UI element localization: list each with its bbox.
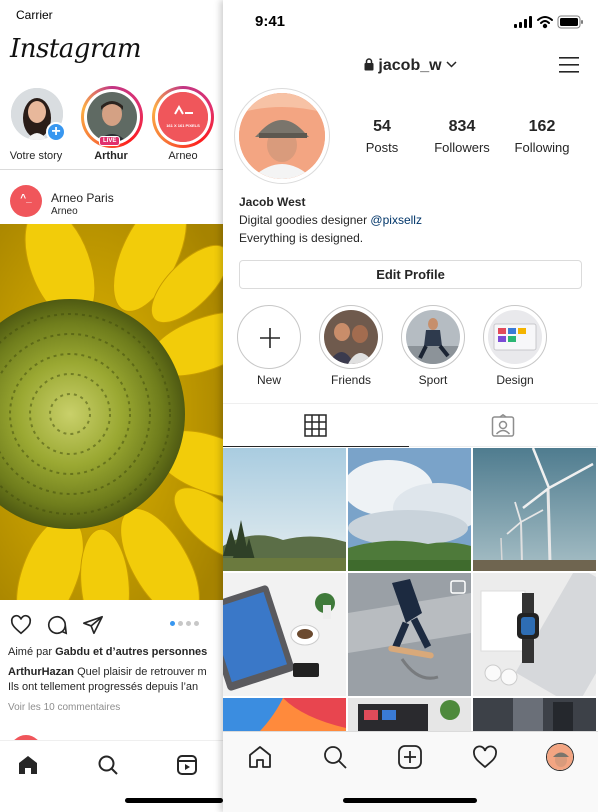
tab-tagged[interactable]: [409, 404, 598, 447]
tagged-person-icon: [491, 414, 515, 437]
carrier-label: Carrier: [16, 8, 53, 22]
friends-photo: [324, 310, 378, 364]
status-icons: [514, 15, 583, 29]
feed-screen: Carrier Instagram + Votre story LIVE Art…: [0, 0, 223, 812]
arneo-logo: 161 X 161 PIXELS: [158, 92, 208, 142]
grid-photo-forest-hills[interactable]: [223, 448, 346, 571]
profile-photo: [239, 93, 325, 179]
stat-followers[interactable]: 834 Followers: [422, 118, 502, 155]
view-comments-link[interactable]: Voir les 10 commentaires: [8, 702, 120, 713]
profile-username[interactable]: jacob_w: [223, 57, 598, 75]
bio-mention-link[interactable]: @pixsellz: [370, 213, 422, 227]
story-your-story[interactable]: +: [10, 86, 72, 148]
stat-following[interactable]: 162 Following: [502, 118, 582, 155]
sport-photo: [406, 310, 460, 364]
liked-by: Aimé par Gabdu et d’autres personnes: [8, 646, 208, 658]
grid-photo-smartwatch-laptop[interactable]: [473, 573, 596, 696]
profile-screen: 9:41 jacob_w 54 Posts 834 Followers 162 …: [223, 0, 598, 812]
home-indicator: [125, 798, 223, 803]
profile-bio: Digital goodies designer @pixsellz: [239, 213, 422, 227]
divider: [0, 169, 223, 170]
home-icon[interactable]: [247, 744, 273, 770]
search-icon[interactable]: [96, 753, 120, 777]
story-label: Arneo: [168, 150, 198, 162]
story-arneo[interactable]: 161 X 161 PIXELS: [152, 86, 214, 148]
wifi-icon: [537, 16, 553, 29]
add-icon[interactable]: [397, 744, 423, 770]
story-arthur[interactable]: LIVE: [81, 86, 143, 148]
post-avatar[interactable]: ^_: [10, 185, 42, 217]
reels-icon[interactable]: [175, 753, 199, 777]
grid-photo-skateboarder[interactable]: [348, 573, 471, 696]
profile-name: Jacob West: [239, 195, 306, 209]
signal-icon: [514, 16, 532, 28]
instagram-logo: Instagram: [10, 34, 142, 64]
comment-icon[interactable]: [46, 614, 68, 636]
menu-icon[interactable]: [559, 57, 579, 73]
stat-posts[interactable]: 54 Posts: [342, 118, 422, 155]
home-indicator: [343, 798, 477, 803]
grid-photo-cloudy-valley[interactable]: [348, 448, 471, 571]
live-badge: LIVE: [99, 136, 121, 146]
chevron-down-icon: [446, 61, 457, 68]
share-icon[interactable]: [82, 614, 104, 636]
grid-icon: [304, 414, 327, 437]
post-image-sunflower[interactable]: [0, 224, 223, 600]
post-caption: ArthurHazan Quel plaisir de retrouver m …: [8, 666, 207, 693]
grid-photo-laptop-coffee[interactable]: [223, 573, 346, 696]
heart-icon[interactable]: [472, 744, 498, 770]
home-icon[interactable]: [16, 753, 40, 777]
story-label: Arthur: [94, 150, 128, 162]
post-username[interactable]: Arneo Paris: [51, 191, 114, 205]
profile-tab-avatar[interactable]: [546, 743, 574, 771]
grid-photo-wind-turbines[interactable]: [473, 448, 596, 571]
edit-profile-button[interactable]: Edit Profile: [239, 260, 582, 289]
status-time: 9:41: [255, 13, 286, 30]
lock-icon: [364, 58, 374, 71]
post-location[interactable]: Arneo: [51, 206, 78, 217]
design-photo: [488, 310, 542, 364]
story-label: Votre story: [9, 150, 63, 162]
man-avatar: [87, 92, 137, 142]
heart-icon[interactable]: [10, 614, 32, 636]
profile-avatar[interactable]: [234, 88, 330, 184]
add-story-icon[interactable]: +: [46, 122, 66, 142]
battery-icon: [557, 15, 583, 29]
plus-icon: [260, 328, 280, 348]
tab-grid[interactable]: [223, 404, 409, 447]
profile-bio-line2: Everything is designed.: [239, 231, 364, 245]
search-icon[interactable]: [322, 744, 348, 770]
